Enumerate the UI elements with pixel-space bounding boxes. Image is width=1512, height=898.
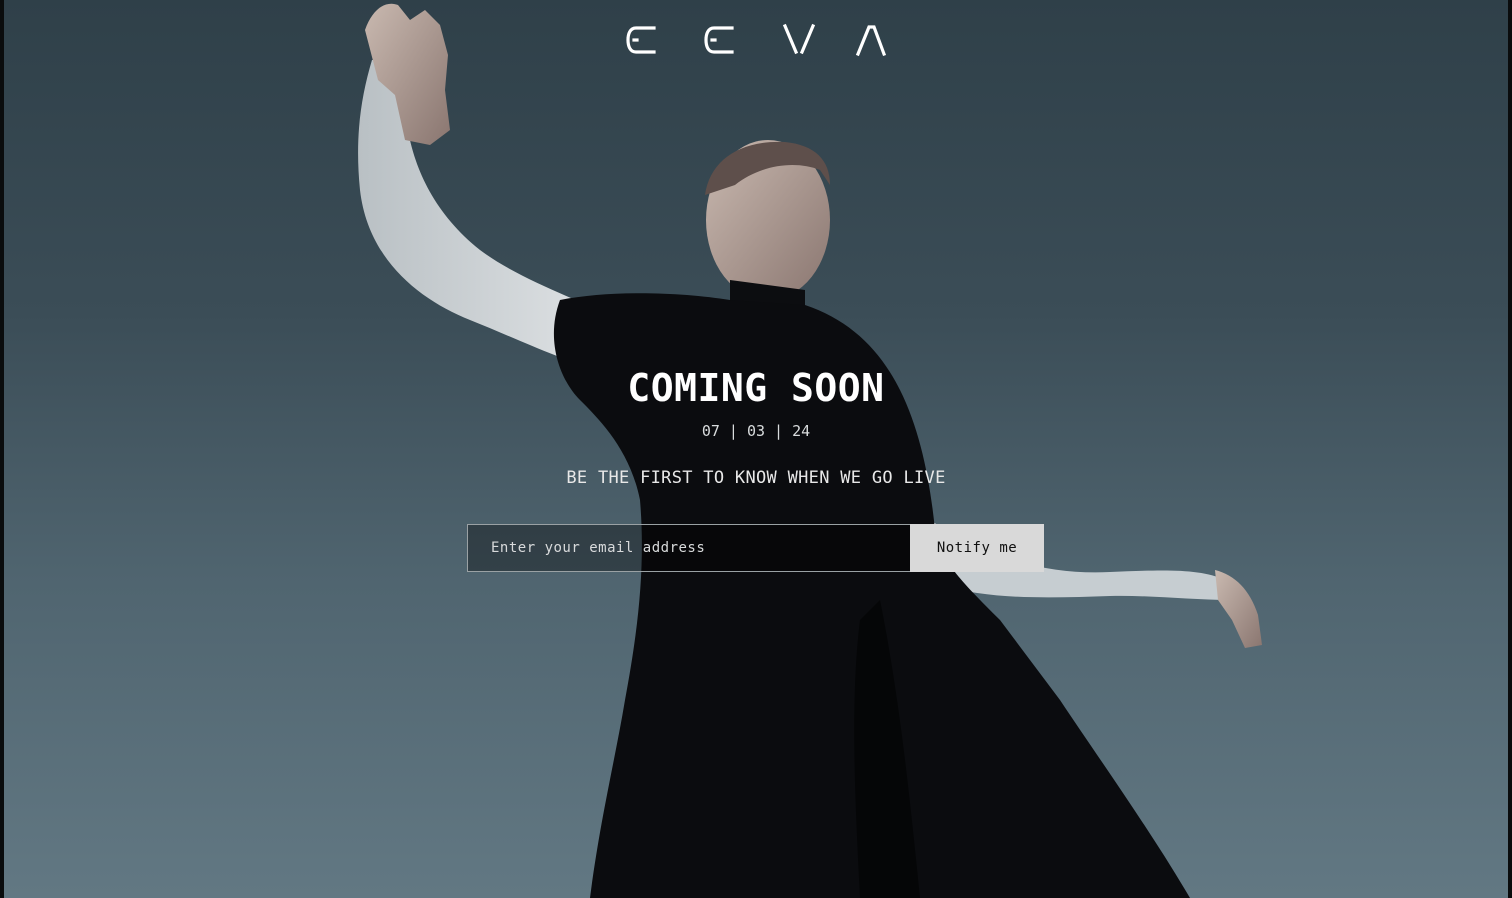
brand-logo[interactable] [624, 22, 888, 58]
frame-edge-left [0, 0, 4, 898]
email-input[interactable] [467, 524, 910, 572]
frame-edge-right [1508, 0, 1512, 898]
hero-text: COMING SOON 07 | 03 | 24 [0, 362, 1512, 442]
hero-photo [358, 3, 1262, 898]
headline: COMING SOON [627, 366, 885, 410]
signup-form: Notify me [467, 524, 1044, 572]
coming-soon-page: COMING SOON 07 | 03 | 24 BE THE FIRST TO… [0, 0, 1512, 898]
launch-date: 07 | 03 | 24 [701, 422, 811, 440]
tagline: BE THE FIRST TO KNOW WHEN WE GO LIVE [566, 468, 946, 488]
notify-button[interactable]: Notify me [910, 524, 1044, 572]
